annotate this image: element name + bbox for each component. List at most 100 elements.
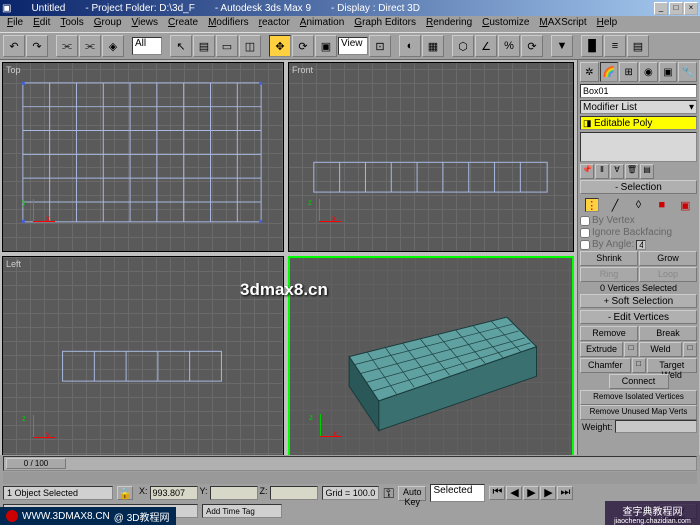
by-vertex-check[interactable] (580, 216, 590, 226)
soft-selection-rollout[interactable]: + Soft Selection (580, 294, 697, 308)
menu-help[interactable]: Help (592, 16, 623, 32)
time-slider[interactable]: 0 / 100 (6, 458, 66, 469)
mirror-button[interactable]: ▐▌ (581, 35, 603, 57)
pivot-button[interactable]: ⊡ (369, 35, 391, 57)
play[interactable]: ▶ (523, 486, 539, 500)
unlink-button[interactable]: ⫘ (79, 35, 101, 57)
remove-iso-button[interactable]: Remove Isolated Vertices (580, 390, 697, 405)
menu-grapheditors[interactable]: Graph Editors (349, 16, 421, 32)
scale-button[interactable]: ▣ (315, 35, 337, 57)
modifier-list-dropdown[interactable]: Modifier List▾ (580, 100, 697, 114)
weight-spinner[interactable] (615, 420, 697, 433)
pin-stack-button[interactable]: 📌 (580, 164, 594, 179)
layers-button[interactable]: ▤ (627, 35, 649, 57)
menu-reactor[interactable]: reactor (254, 16, 295, 32)
motion-tab[interactable]: ◉ (639, 62, 658, 82)
goto-start[interactable]: ⏮ (489, 486, 505, 500)
time-ruler[interactable] (3, 472, 697, 484)
unique-button[interactable]: ∀ (610, 164, 624, 179)
keymode-button[interactable]: ▦ (422, 35, 444, 57)
z-coord[interactable] (270, 486, 318, 500)
by-angle-check[interactable] (580, 240, 590, 250)
angle-spinner[interactable] (636, 240, 646, 250)
lock-button[interactable]: 🔒 (117, 486, 133, 500)
hierarchy-tab[interactable]: ⊞ (619, 62, 638, 82)
menu-file[interactable]: File (2, 16, 28, 32)
object-name-field[interactable] (580, 84, 697, 98)
weld-button[interactable]: Weld (639, 342, 682, 357)
close-button[interactable]: × (684, 2, 698, 15)
stack-item[interactable]: ◨ Editable Poly (580, 116, 697, 130)
menu-modifiers[interactable]: Modifiers (203, 16, 254, 32)
connect-button[interactable]: Connect (609, 374, 669, 389)
snap-button[interactable]: ⬡ (452, 35, 474, 57)
manipulate-button[interactable]: ◐ (399, 35, 421, 57)
menu-create[interactable]: Create (163, 16, 203, 32)
display-tab[interactable]: ▣ (659, 62, 678, 82)
weld-settings[interactable]: □ (683, 342, 697, 357)
add-time-tag[interactable]: Add Time Tag (202, 504, 282, 518)
select-region-button[interactable]: ▭ (216, 35, 238, 57)
goto-end[interactable]: ⏭ (557, 486, 573, 500)
extrude-settings[interactable]: □ (624, 342, 638, 357)
move-button[interactable]: ✥ (269, 35, 291, 57)
undo-button[interactable]: ↶ (3, 35, 25, 57)
target-weld-button[interactable]: Target Weld (647, 358, 698, 373)
select-name-button[interactable]: ▤ (193, 35, 215, 57)
menu-rendering[interactable]: Rendering (421, 16, 477, 32)
bind-button[interactable]: ◈ (102, 35, 124, 57)
edit-vertices-rollout[interactable]: - Edit Vertices (580, 310, 697, 324)
percent-snap-button[interactable]: % (498, 35, 520, 57)
window-crossing-button[interactable]: ◫ (239, 35, 261, 57)
viewport-top[interactable]: Top xy (2, 62, 284, 252)
extrude-button[interactable]: Extrude (580, 342, 623, 357)
menu-maxscript[interactable]: MAXScript (534, 16, 591, 32)
shrink-button[interactable]: Shrink (580, 251, 638, 266)
remove-unused-button[interactable]: Remove Unused Map Verts (580, 405, 697, 420)
menu-tools[interactable]: Tools (55, 16, 88, 32)
configure-button[interactable]: ▤ (640, 164, 654, 179)
angle-snap-button[interactable]: ∠ (475, 35, 497, 57)
key-filter-select[interactable]: Selected (430, 484, 485, 502)
polygon-mode[interactable]: ■ (655, 198, 669, 212)
next-frame[interactable]: ▶ (540, 486, 556, 500)
selection-filter[interactable]: All (132, 37, 162, 55)
remove-mod-button[interactable]: 🗑 (625, 164, 639, 179)
ignore-backfacing-check[interactable] (580, 228, 590, 238)
rotate-button[interactable]: ⟳ (292, 35, 314, 57)
autokey-button[interactable]: Auto Key (398, 486, 427, 501)
spinner-snap-button[interactable]: ⟳ (521, 35, 543, 57)
viewport-perspective[interactable]: xz (288, 256, 574, 468)
link-button[interactable]: ⫘ (56, 35, 78, 57)
element-mode[interactable]: ▣ (678, 198, 692, 212)
ref-coord[interactable]: View (338, 37, 368, 55)
minimize-button[interactable]: _ (654, 2, 668, 15)
edge-mode[interactable]: ╱ (608, 198, 622, 212)
align-button[interactable]: ≡ (604, 35, 626, 57)
grow-button[interactable]: Grow (639, 251, 697, 266)
border-mode[interactable]: ◊ (631, 198, 645, 212)
prev-frame[interactable]: ◀ (506, 486, 522, 500)
redo-button[interactable]: ↷ (26, 35, 48, 57)
remove-button[interactable]: Remove (580, 326, 638, 341)
stack-area[interactable] (580, 132, 697, 162)
vertex-mode[interactable]: ⋮ (585, 198, 599, 212)
y-coord[interactable] (210, 486, 258, 500)
menu-views[interactable]: Views (127, 16, 164, 32)
menu-customize[interactable]: Customize (477, 16, 534, 32)
x-coord[interactable] (150, 486, 198, 500)
chamfer-settings[interactable]: □ (632, 358, 646, 373)
chamfer-button[interactable]: Chamfer (580, 358, 631, 373)
maximize-button[interactable]: □ (669, 2, 683, 15)
break-button[interactable]: Break (639, 326, 697, 341)
menu-edit[interactable]: Edit (28, 16, 55, 32)
named-sel-button[interactable]: ▼ (551, 35, 573, 57)
show-result-button[interactable]: Ⅱ (595, 164, 609, 179)
utilities-tab[interactable]: 🔧 (678, 62, 697, 82)
select-button[interactable]: ↖ (170, 35, 192, 57)
selection-rollout[interactable]: - Selection (580, 180, 697, 194)
viewport-front[interactable]: Front xz (288, 62, 574, 252)
create-tab[interactable]: ✲ (580, 62, 599, 82)
modify-tab[interactable]: 🌈 (600, 62, 619, 82)
menu-group[interactable]: Group (89, 16, 127, 32)
